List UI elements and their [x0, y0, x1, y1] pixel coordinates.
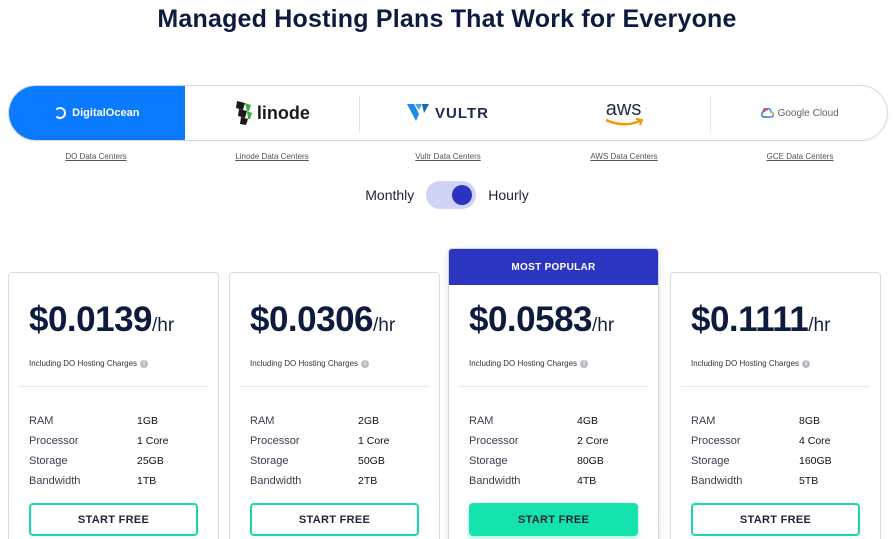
- spec-label-bandwidth: Bandwidth: [469, 475, 521, 487]
- spec-value-bandwidth: 2TB: [358, 475, 378, 487]
- hourly-label[interactable]: Hourly: [488, 187, 528, 203]
- spec-value-processor: 4 Core: [799, 435, 831, 447]
- google-cloud-logo: Google Cloud: [760, 108, 839, 119]
- spec-value-storage: 25GB: [137, 455, 164, 467]
- spec-value-storage: 80GB: [577, 455, 604, 467]
- start-free-button[interactable]: START FREE: [29, 503, 198, 536]
- do-data-centers-link[interactable]: DO Data Centers: [8, 152, 184, 161]
- spec-value-storage: 50GB: [358, 455, 385, 467]
- spec-value-ram: 1GB: [137, 415, 159, 427]
- divider: [459, 386, 648, 387]
- tab-digitalocean[interactable]: DigitalOcean: [9, 86, 185, 140]
- spec-label-storage: Storage: [29, 455, 68, 467]
- spec-label-storage: Storage: [469, 455, 508, 467]
- provider-tabs: DigitalOcean linode VULTR aws Google Clo…: [8, 85, 888, 141]
- vultr-data-centers-link[interactable]: Vultr Data Centers: [360, 152, 536, 161]
- divider: [19, 386, 208, 387]
- info-icon[interactable]: i: [361, 359, 370, 368]
- spec-value-processor: 1 Core: [358, 435, 390, 447]
- plan-specs: RAM 4GB Processor 2 Core Storage 80GB Bandw…: [469, 411, 649, 491]
- spec-value-ram: 4GB: [577, 415, 599, 427]
- spec-value-storage: 160GB: [799, 455, 832, 467]
- spec-label-ram: RAM: [250, 415, 275, 427]
- spec-label-ram: RAM: [469, 415, 494, 427]
- page-title: Managed Hosting Plans That Work for Ever…: [157, 5, 737, 33]
- gce-data-centers-link[interactable]: GCE Data Centers: [712, 152, 888, 161]
- vultr-logo: VULTR: [407, 104, 489, 122]
- plan-card: $0.0139/hr Including DO Hosting Charges i…: [8, 272, 219, 539]
- toggle-knob: [452, 185, 473, 205]
- spec-label-storage: Storage: [691, 455, 730, 467]
- spec-value-ram: 2GB: [358, 415, 380, 427]
- spec-value-processor: 2 Core: [577, 435, 609, 447]
- spec-label-bandwidth: Bandwidth: [250, 475, 302, 487]
- plan-price: $0.1111/hr: [691, 300, 831, 339]
- spec-label-processor: Processor: [469, 435, 519, 447]
- linode-logo: linode: [235, 100, 310, 126]
- monthly-label[interactable]: Monthly: [365, 187, 414, 203]
- google-cloud-icon: [760, 108, 774, 118]
- data-center-links: DO Data Centers Linode Data Centers Vult…: [8, 152, 888, 161]
- start-free-button[interactable]: START FREE: [691, 503, 860, 536]
- tab-vultr[interactable]: VULTR: [360, 86, 536, 140]
- spec-value-ram: 8GB: [799, 415, 821, 427]
- spec-label-bandwidth: Bandwidth: [691, 475, 743, 487]
- start-free-button[interactable]: START FREE: [469, 503, 638, 536]
- divider: [240, 386, 429, 387]
- billing-toggle[interactable]: [426, 181, 477, 209]
- spec-label-storage: Storage: [250, 455, 289, 467]
- spec-value-bandwidth: 5TB: [799, 475, 819, 487]
- hosting-charges-note: Including DO Hosting Charges i: [691, 359, 811, 368]
- hosting-charges-note: Including DO Hosting Charges i: [29, 359, 149, 368]
- plan-specs: RAM 8GB Processor 4 Core Storage 160GB Band…: [691, 411, 871, 491]
- tab-google-cloud[interactable]: Google Cloud: [711, 86, 887, 140]
- aws-logo: aws: [604, 99, 644, 127]
- vultr-icon: [407, 104, 430, 121]
- spec-label-ram: RAM: [691, 415, 716, 427]
- spec-value-bandwidth: 4TB: [577, 475, 597, 487]
- billing-toggle-row: Monthly Hourly: [0, 181, 894, 209]
- aws-smile-icon: [605, 117, 643, 125]
- most-popular-badge: MOST POPULAR: [449, 249, 658, 285]
- info-icon[interactable]: i: [580, 359, 589, 368]
- spec-value-bandwidth: 1TB: [137, 475, 157, 487]
- linode-icon: [235, 101, 252, 125]
- plan-price: $0.0306/hr: [250, 300, 396, 339]
- plan-card: $0.1111/hr Including DO Hosting Charges i…: [670, 272, 881, 539]
- spec-label-processor: Processor: [29, 435, 79, 447]
- linode-data-centers-link[interactable]: Linode Data Centers: [184, 152, 360, 161]
- plan-card-popular: MOST POPULAR $0.0583/hr Including DO Hos…: [448, 248, 659, 539]
- spec-label-processor: Processor: [250, 435, 300, 447]
- info-icon[interactable]: i: [140, 359, 149, 368]
- tab-linode[interactable]: linode: [185, 86, 361, 140]
- digitalocean-icon: [54, 107, 67, 119]
- plan-specs: RAM 1GB Processor 1 Core Storage 25GB Bandw…: [29, 411, 209, 491]
- hosting-charges-note: Including DO Hosting Charges i: [250, 359, 370, 368]
- plan-card: $0.0306/hr Including DO Hosting Charges i…: [229, 272, 440, 539]
- spec-label-bandwidth: Bandwidth: [29, 475, 81, 487]
- spec-label-ram: RAM: [29, 415, 54, 427]
- start-free-button[interactable]: START FREE: [250, 503, 419, 536]
- plan-specs: RAM 2GB Processor 1 Core Storage 50GB Bandw…: [250, 411, 430, 491]
- spec-value-processor: 1 Core: [137, 435, 169, 447]
- digitalocean-logo: DigitalOcean: [54, 107, 139, 119]
- plan-price: $0.0139/hr: [29, 300, 175, 339]
- hosting-charges-note: Including DO Hosting Charges i: [469, 359, 589, 368]
- info-icon[interactable]: i: [802, 359, 811, 368]
- plan-price: $0.0583/hr: [469, 300, 615, 339]
- aws-data-centers-link[interactable]: AWS Data Centers: [536, 152, 712, 161]
- spec-label-processor: Processor: [691, 435, 741, 447]
- divider: [681, 386, 870, 387]
- tab-aws[interactable]: aws: [536, 86, 712, 140]
